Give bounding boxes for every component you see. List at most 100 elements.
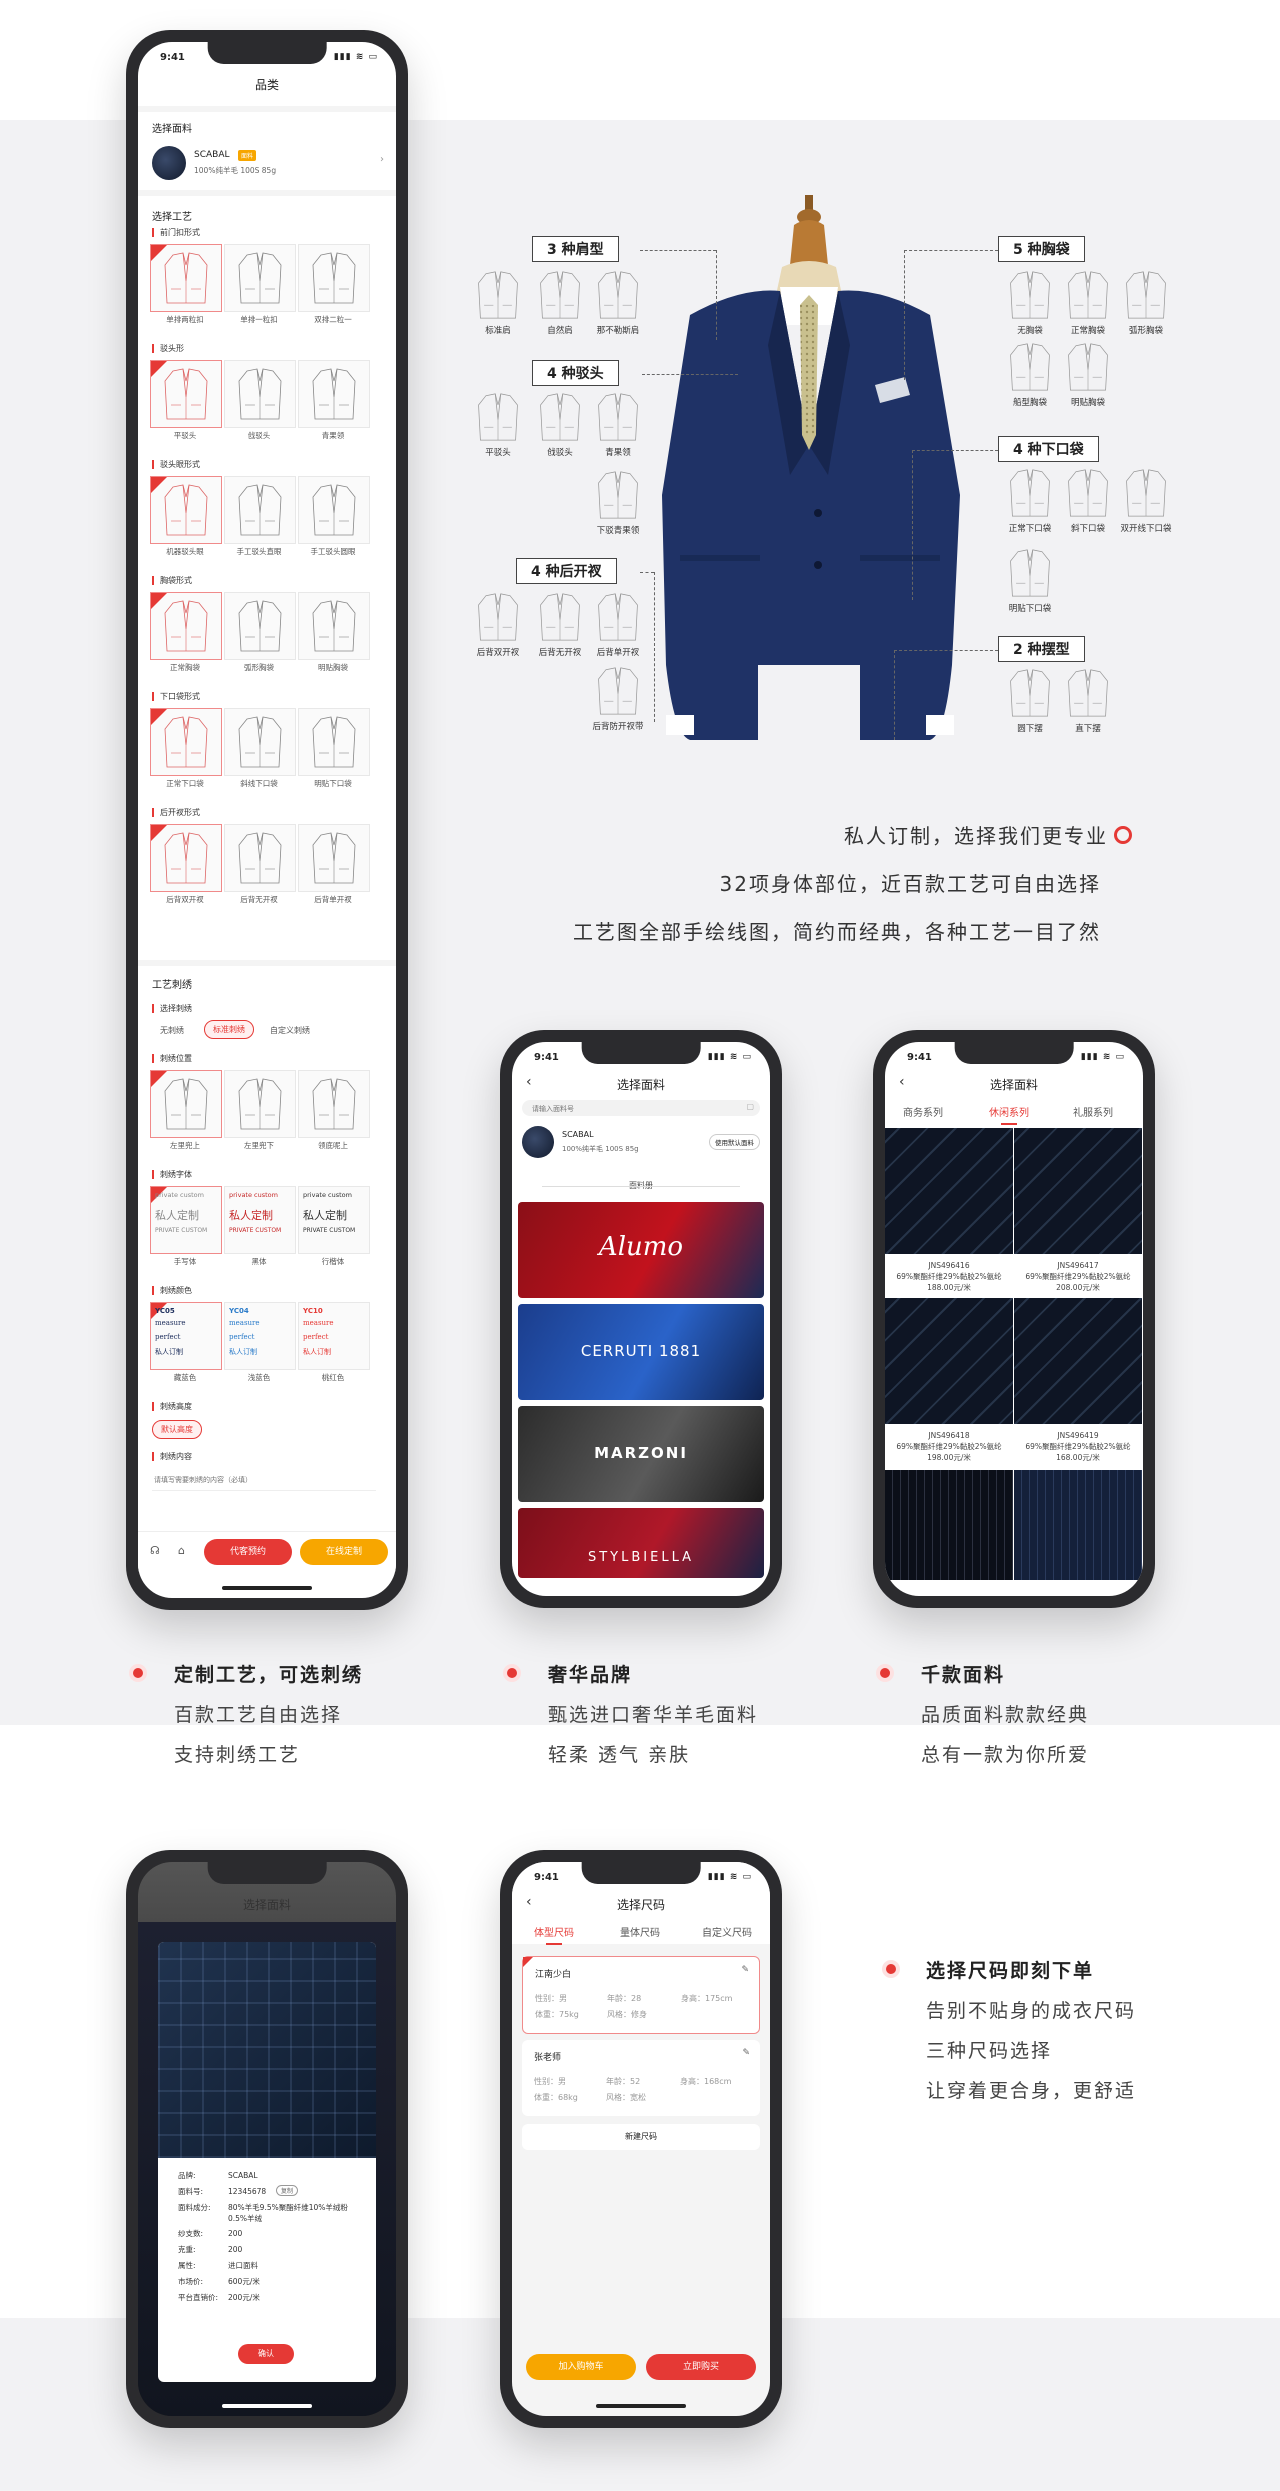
craft-option-label: 手工驳头直眼 <box>236 547 282 556</box>
fabric-swatch[interactable] <box>1014 1470 1142 1580</box>
new-size-button[interactable]: 新建尺码 <box>522 2124 760 2150</box>
craft-option[interactable] <box>224 824 296 892</box>
craft-group-title: 胸袋形式 <box>152 576 192 585</box>
fabric-thumbnail <box>152 146 186 180</box>
craft-option-label: 单排一粒扣 <box>240 315 278 324</box>
jacket-sketch-icon <box>238 252 282 304</box>
craft-sketch <box>596 270 640 324</box>
craft-option[interactable] <box>298 592 370 660</box>
tab-measure-size[interactable]: 量体尺码 <box>620 1924 660 1939</box>
add-to-cart-button[interactable]: 加入购物车 <box>526 2354 636 2380</box>
craft-sketch <box>476 392 520 446</box>
connector-line <box>894 650 998 651</box>
embroidery-option[interactable] <box>224 1070 296 1138</box>
search-input[interactable] <box>530 1102 714 1116</box>
brand-name: STYLBIELLA <box>587 1550 695 1565</box>
jacket-sketch-icon <box>312 368 356 420</box>
jacket-sketch-icon <box>1068 669 1108 717</box>
brand-card-alumo[interactable]: Alumo <box>518 1202 764 1298</box>
craft-option[interactable] <box>224 244 296 312</box>
headset-icon[interactable]: ☊ <box>150 1544 160 1557</box>
home-indicator <box>222 1586 312 1590</box>
buy-now-button[interactable]: 立即购买 <box>646 2354 756 2380</box>
store-icon[interactable]: ⌂ <box>178 1544 185 1557</box>
fabric-swatch[interactable] <box>885 1128 1013 1254</box>
brand-card-marzoni[interactable]: MARZONI <box>518 1406 764 1502</box>
embroidery-option[interactable]: YC10 measure perfect 私人订制 <box>298 1302 370 1370</box>
fabric-desc: 100%纯羊毛 100S 85g <box>194 166 277 175</box>
embroidery-option-label: 领底呢上 <box>318 1141 348 1150</box>
craft-sketch-label: 圆下摆 <box>1017 724 1043 734</box>
font-sample-caps: PRIVATE CUSTOM <box>229 1227 282 1234</box>
copy-badge[interactable]: 复制 <box>276 2185 299 2196</box>
edit-icon[interactable]: ✎ <box>742 2048 750 2058</box>
jacket-sketch-icon <box>312 600 356 652</box>
craft-sketch-label: 正常胸袋 <box>1070 326 1105 336</box>
feature-title: 选择尺码即刻下单 <box>926 1960 1095 1982</box>
craft-sketch-label: 后背单开衩 <box>596 648 640 658</box>
emb-option-standard[interactable]: 标准刺绣 <box>204 1020 254 1039</box>
emb-option-custom[interactable]: 自定义刺绣 <box>262 1022 318 1039</box>
confirm-button[interactable]: 确认 <box>238 2344 294 2364</box>
fabric-swatch[interactable] <box>1014 1128 1142 1254</box>
fabric-swatch[interactable] <box>885 1470 1013 1580</box>
online-custom-button[interactable]: 在线定制 <box>300 1539 388 1565</box>
edit-icon[interactable]: ✎ <box>741 1965 749 1975</box>
embroidery-option[interactable] <box>150 1070 222 1138</box>
jacket-sketch-icon <box>164 484 208 536</box>
tab-custom-size[interactable]: 自定义尺码 <box>702 1924 752 1939</box>
fabric-row[interactable]: SCABAL 面料 100%纯羊毛 100S 85g › <box>148 142 386 186</box>
craft-option[interactable] <box>224 592 296 660</box>
embroidery-option[interactable]: YC05 measure perfect 私人订制 <box>150 1302 222 1370</box>
craft-option[interactable] <box>298 824 370 892</box>
craft-option[interactable] <box>224 708 296 776</box>
craft-option[interactable] <box>150 360 222 428</box>
phone-size-selection: 9:41 ▮▮▮ ≋ ▭ ‹ 选择尺码 体型尺码 量体尺码 自定义尺码 江南少白… <box>500 1850 782 2428</box>
embroidery-option[interactable]: private custom 私人定制 PRIVATE CUSTOM <box>224 1186 296 1254</box>
craft-option[interactable] <box>298 360 370 428</box>
craft-option[interactable] <box>224 476 296 544</box>
scan-icon[interactable]: ▢ <box>746 1102 754 1111</box>
signal-icon: ▮▮▮ ≋ ▭ <box>707 1872 752 1882</box>
craft-option[interactable] <box>298 244 370 312</box>
craft-option[interactable] <box>150 708 222 776</box>
search-bar[interactable]: ▢ <box>522 1100 760 1116</box>
color-sample-text: measure <box>229 1319 260 1327</box>
feature-line: 百款工艺自由选择 <box>174 1704 343 1726</box>
detail-value: SCABAL <box>228 2171 258 2180</box>
size-profile-card[interactable]: 江南少白 ✎ 性别：男 年龄：28 身高：175cm 体重：75kg 风格：修身 <box>522 1956 760 2034</box>
craft-option-label: 后背单开衩 <box>314 895 352 904</box>
embroidery-option[interactable]: private custom 私人定制 PRIVATE CUSTOM <box>150 1186 222 1254</box>
craft-option-label: 正常下口袋 <box>166 779 204 788</box>
fabric-swatch[interactable] <box>1014 1298 1142 1424</box>
craft-option-label: 后背无开衩 <box>240 895 278 904</box>
tab-formal[interactable]: 礼服系列 <box>1073 1104 1113 1119</box>
emb-content-input[interactable] <box>152 1470 376 1491</box>
use-default-button[interactable]: 使用默认面料 <box>709 1134 760 1150</box>
brand-card-stylbiella[interactable]: STYLBIELLA <box>518 1508 764 1578</box>
brand-name: MARZONI <box>594 1444 688 1462</box>
embroidery-option-label: 浅蓝色 <box>247 1373 271 1382</box>
tab-body-size[interactable]: 体型尺码 <box>534 1924 574 1945</box>
phone-screen: 选择面料 确认 品牌: SCABAL 面料号: 12345678 复制 面料成分: 80%羊… <box>138 1862 396 2416</box>
embroidery-option[interactable]: private custom 私人定制 PRIVATE CUSTOM <box>298 1186 370 1254</box>
tab-business[interactable]: 商务系列 <box>903 1104 943 1119</box>
emb-height-default[interactable]: 默认高度 <box>152 1420 202 1439</box>
brand-card-cerruti[interactable]: CERRUTI 1881 <box>518 1304 764 1400</box>
fabric-swatch[interactable] <box>885 1298 1013 1424</box>
craft-option[interactable] <box>150 244 222 312</box>
craft-option[interactable] <box>150 824 222 892</box>
tab-casual[interactable]: 休闲系列 <box>989 1104 1029 1125</box>
craft-option[interactable] <box>298 708 370 776</box>
appointment-button[interactable]: 代客预约 <box>204 1539 292 1565</box>
embroidery-option[interactable]: YC04 measure perfect 私人订制 <box>224 1302 296 1370</box>
craft-option[interactable] <box>298 476 370 544</box>
size-profile-card[interactable]: 张老师 ✎ 性别：男 年龄：52 身高：168cm 体重：68kg 风格：宽松 <box>522 2040 760 2116</box>
craft-option[interactable] <box>150 476 222 544</box>
emb-option-none[interactable]: 无刺绣 <box>152 1022 192 1039</box>
embroidery-option[interactable] <box>298 1070 370 1138</box>
craft-option[interactable] <box>224 360 296 428</box>
emb-select-title: 选择刺绣 <box>152 1004 192 1013</box>
profile-gender: 性别：男 <box>535 1994 567 2003</box>
craft-option[interactable] <box>150 592 222 660</box>
